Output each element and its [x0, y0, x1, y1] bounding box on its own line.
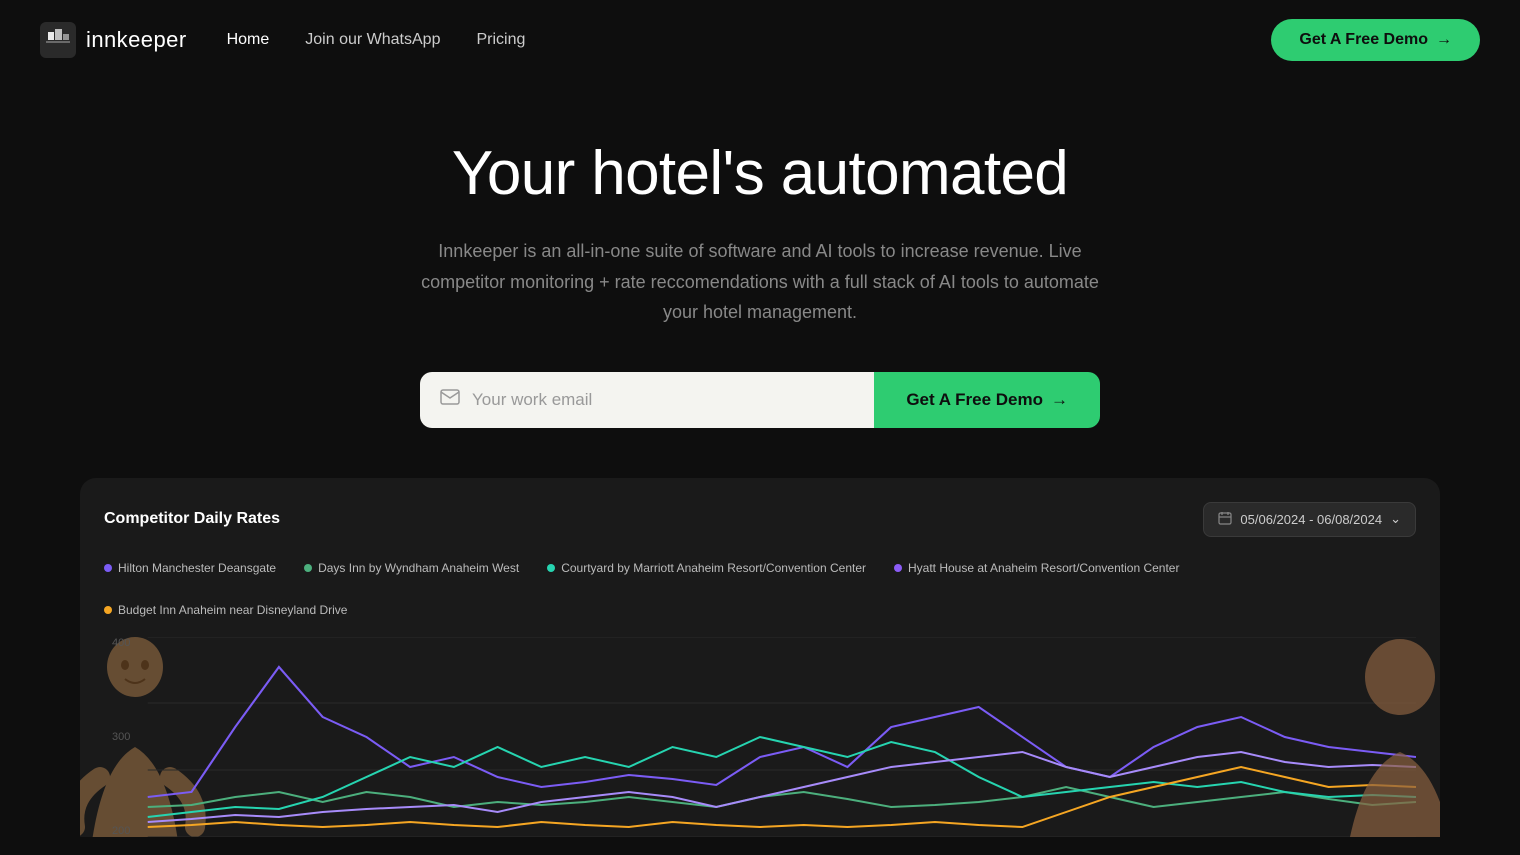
hero-section: Your hotel's automated Innkeeper is an a…	[0, 80, 1520, 478]
logo-link[interactable]: innkeeper	[40, 22, 187, 58]
legend-dot-2	[547, 564, 555, 572]
y-axis-labels: 200 300 400	[104, 637, 138, 837]
mail-icon	[440, 388, 460, 411]
legend-item-1: Days Inn by Wyndham Anaheim West	[304, 561, 519, 575]
hero-cta-button[interactable]: Get A Free Demo →	[874, 372, 1100, 428]
legend-dot-1	[304, 564, 312, 572]
legend-item-4: Budget Inn Anaheim near Disneyland Drive	[104, 603, 347, 617]
nav-cta-label: Get A Free Demo	[1299, 31, 1428, 49]
deco-right	[1250, 637, 1440, 837]
date-range-picker[interactable]: 05/06/2024 - 06/08/2024 ⌄	[1203, 502, 1416, 537]
hero-cta-arrow: →	[1051, 390, 1068, 410]
legend-dot-3	[894, 564, 902, 572]
legend-label-2: Courtyard by Marriott Anaheim Resort/Con…	[561, 561, 866, 575]
nav-link-pricing[interactable]: Pricing	[476, 31, 525, 48]
nav-link-whatsapp[interactable]: Join our WhatsApp	[305, 31, 440, 48]
nav-item-whatsapp[interactable]: Join our WhatsApp	[305, 31, 440, 49]
navbar: innkeeper Home Join our WhatsApp Pricing…	[0, 0, 1520, 80]
chevron-down-icon: ⌄	[1390, 511, 1401, 527]
hero-subtitle: Innkeeper is an all-in-one suite of soft…	[420, 236, 1100, 328]
chart-header: Competitor Daily Rates 05/06/2024 - 06/0…	[104, 502, 1416, 537]
legend-item-3: Hyatt House at Anaheim Resort/Convention…	[894, 561, 1179, 575]
email-input-container	[420, 372, 874, 428]
nav-item-pricing[interactable]: Pricing	[476, 31, 525, 49]
y-label-400: 400	[112, 637, 130, 649]
chart-section: Competitor Daily Rates 05/06/2024 - 06/0…	[80, 478, 1440, 837]
legend-label-0: Hilton Manchester Deansgate	[118, 561, 276, 575]
logo-icon	[40, 22, 76, 58]
legend-dot-0	[104, 564, 112, 572]
legend-label-1: Days Inn by Wyndham Anaheim West	[318, 561, 519, 575]
calendar-icon	[1218, 511, 1232, 528]
chart-area: 200 300 400	[104, 637, 1416, 837]
legend-item-2: Courtyard by Marriott Anaheim Resort/Con…	[547, 561, 866, 575]
legend-label-3: Hyatt House at Anaheim Resort/Convention…	[908, 561, 1179, 575]
legend-item-0: Hilton Manchester Deansgate	[104, 561, 276, 575]
hero-title: Your hotel's automated	[452, 140, 1068, 208]
nav-cta-arrow: →	[1436, 31, 1452, 49]
legend-label-4: Budget Inn Anaheim near Disneyland Drive	[118, 603, 347, 617]
chart-title: Competitor Daily Rates	[104, 510, 280, 528]
email-input[interactable]	[472, 372, 854, 428]
nav-link-home[interactable]: Home	[227, 31, 270, 48]
nav-links: Home Join our WhatsApp Pricing	[227, 31, 526, 49]
hero-cta-label: Get A Free Demo	[906, 390, 1043, 410]
nav-item-home[interactable]: Home	[227, 31, 270, 49]
logo-text: innkeeper	[86, 27, 187, 53]
chart-svg	[104, 637, 1416, 837]
nav-cta-button[interactable]: Get A Free Demo →	[1271, 19, 1480, 61]
y-label-300: 300	[112, 731, 130, 743]
nav-left: innkeeper Home Join our WhatsApp Pricing	[40, 22, 525, 58]
date-range-label: 05/06/2024 - 06/08/2024	[1240, 512, 1382, 527]
chart-legend: Hilton Manchester Deansgate Days Inn by …	[104, 561, 1416, 617]
legend-dot-4	[104, 606, 112, 614]
email-form-row: Get A Free Demo →	[420, 372, 1100, 428]
y-label-200: 200	[112, 825, 130, 837]
